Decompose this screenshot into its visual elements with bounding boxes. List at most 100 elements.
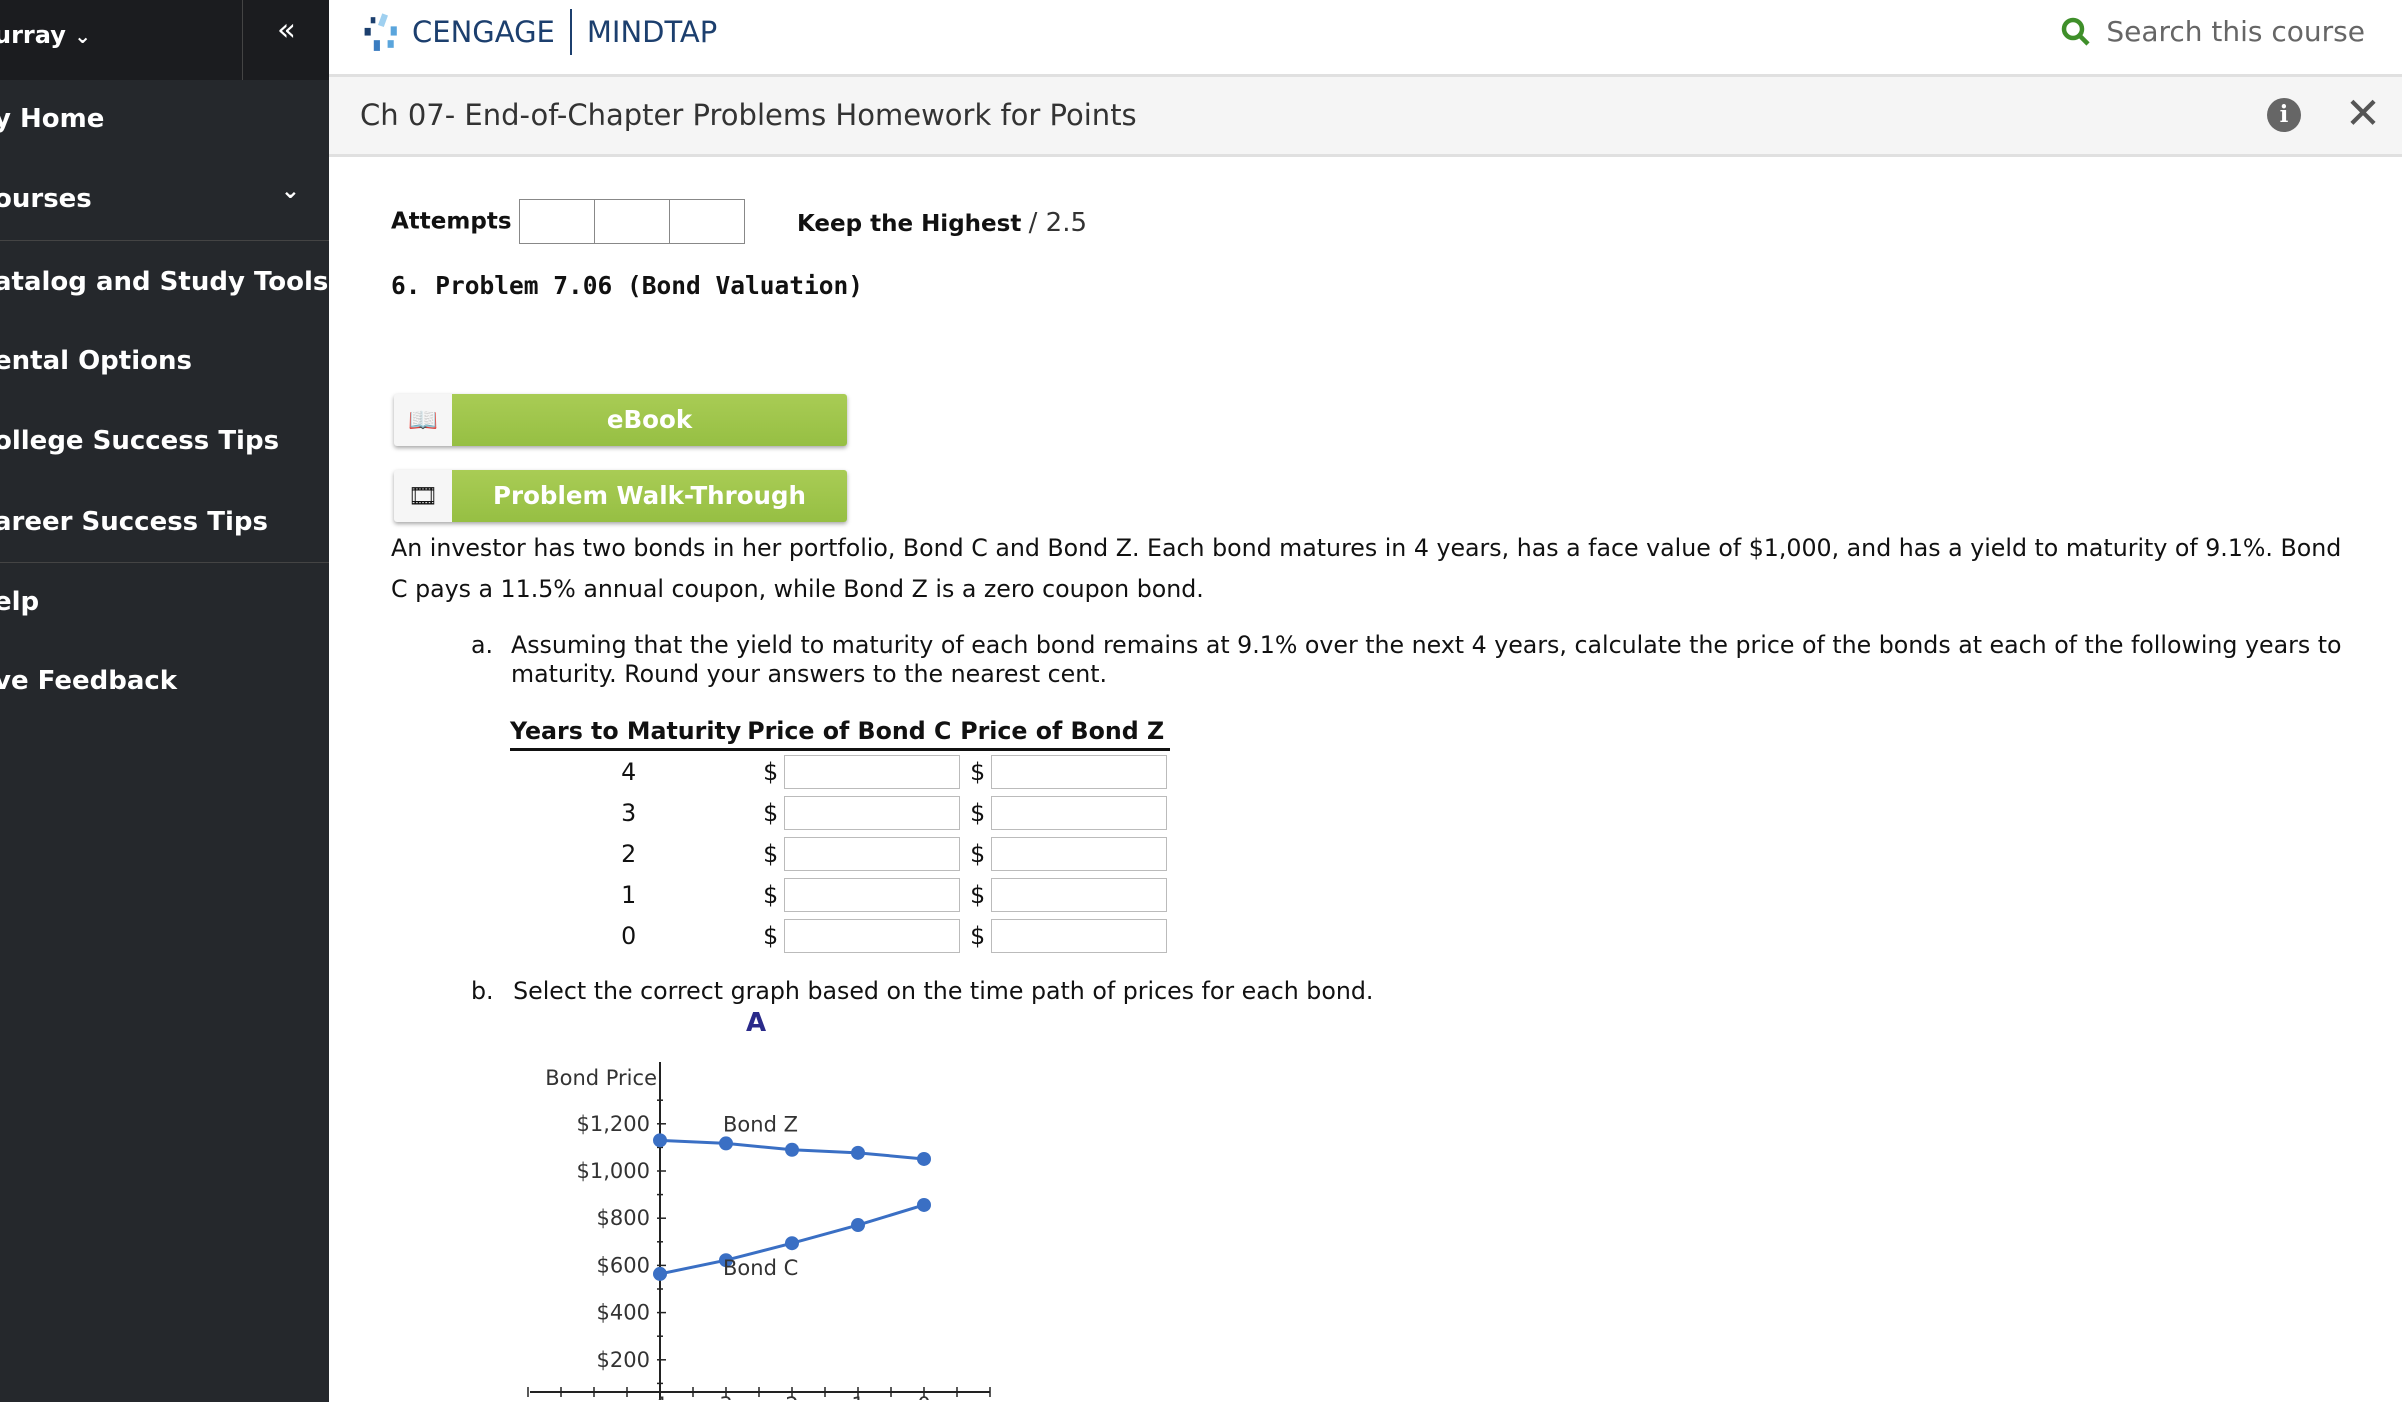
table-row: 4 $ $ [510,750,1170,793]
part-b-marker: b. [471,977,494,1005]
bond-c-cell [778,792,961,833]
ebook-button[interactable]: 📖 eBook [394,394,847,446]
currency-symbol: $ [970,880,986,909]
header: CENGAGE MINDTAP Search this course [329,0,2402,77]
attempt-box [518,199,595,244]
grading-policy: Keep the Highest / 2.5 [797,208,1087,238]
chevron-down-icon: ⌄ [74,24,91,48]
data-point [851,1218,865,1233]
x-tick-label: 3 [719,1393,732,1400]
table-row: 2 $ $ [510,833,1170,874]
bond-c-price-input[interactable] [784,795,961,830]
close-icon[interactable]: ✕ [2345,89,2381,139]
part-b: b. Select the correct graph based on the… [471,977,1373,1005]
product-name: MINDTAP [586,15,718,49]
walkthrough-button[interactable]: 🎞 Problem Walk-Through [394,470,847,522]
y-tick-label: $1,000 [577,1159,650,1183]
part-a-marker: a. [471,631,494,659]
currency-symbol: $ [970,757,986,786]
y-tick-label: $600 [597,1253,650,1277]
currency-symbol: $ [763,921,779,950]
data-point [785,1236,799,1251]
bond-c-cell [778,750,961,793]
y-tick-label: $400 [597,1301,650,1325]
data-point [851,1145,865,1160]
table-row: 1 $ $ [510,874,1170,915]
chevron-down-icon: ⌄ [280,178,300,204]
data-point [785,1142,799,1157]
sidebar-item-help[interactable]: elp [0,587,39,617]
graph-a[interactable]: Bond Price $1,200 $1,000 $800 $600 $400 $200 4 3… [500,1040,1020,1400]
data-point [719,1136,733,1151]
bond-c-cell [778,833,961,874]
y-tick-label: $1,200 [577,1112,650,1136]
search-icon [2062,17,2090,46]
sidebar-item-courses[interactable]: ourses ⌄ [0,178,300,214]
bond-z-price-input[interactable] [991,836,1168,871]
divider [569,9,572,55]
book-icon: 📖 [408,406,438,434]
years-cell: 4 [621,757,637,786]
table-row: 0 $ $ [510,915,1170,956]
bond-c-price-input[interactable] [784,836,961,871]
search-course[interactable]: Search this course [2061,15,2365,48]
years-cell: 1 [621,880,637,909]
ebook-label: eBook [452,394,847,446]
activity-titlebar: Ch 07- End-of-Chapter Problems Homework … [329,77,2402,157]
attempt-box [593,199,670,244]
graph-option-label[interactable]: A [746,1008,766,1038]
logo[interactable]: CENGAGE MINDTAP [360,9,717,55]
x-tick-label: 1 [851,1393,864,1400]
sidebar-top: urray ⌄ « [0,0,329,80]
y-tick-label: $200 [597,1348,650,1372]
bond-z-cell [985,874,1170,915]
column-header: Years to Maturity [510,717,748,751]
part-b-text: Select the correct graph based on the ti… [513,977,1374,1005]
film-icon: 🎞 [407,482,439,510]
column-header: Price of Bond Z [960,717,1171,751]
y-tick-label: $800 [597,1206,650,1230]
sidebar-item-feedback[interactable]: ve Feedback [0,666,177,696]
collapse-sidebar-button[interactable]: « [242,0,329,80]
cengage-logo-icon [364,12,397,51]
sidebar-item-catalog[interactable]: atalog and Study Tools [0,267,328,297]
divider [0,562,329,563]
x-tick-label: 2 [785,1393,798,1400]
sidebar-item-career-tips[interactable]: areer Success Tips [0,507,268,537]
bond-z-price-input[interactable] [991,877,1168,912]
table-header: Years to Maturity Price of Bond C Price of… [510,717,1171,751]
series-label: Bond Z [723,1112,798,1136]
user-menu[interactable]: urray ⌄ [0,21,91,49]
sidebar-item-rental[interactable]: ental Options [0,346,192,376]
table-row: 3 $ $ [510,792,1170,833]
score: / 2.5 [1028,208,1088,238]
years-cell: 3 [621,798,637,827]
info-icon[interactable]: i [2267,98,2301,132]
page-title: Ch 07- End-of-Chapter Problems Homework … [360,98,1137,132]
x-tick-label: 0 [917,1393,930,1400]
data-point [917,1151,931,1166]
sidebar-item-college-tips[interactable]: ollege Success Tips [0,426,279,456]
part-a: a. Assuming that the yield to maturity o… [471,631,2355,689]
bond-c-cell [778,874,961,915]
currency-symbol: $ [763,839,779,868]
bond-z-price-input[interactable] [991,795,1168,830]
walkthrough-label: Problem Walk-Through [452,470,847,522]
bond-z-cell [985,915,1170,956]
bond-z-price-input[interactable] [991,918,1168,953]
years-cell: 2 [621,839,637,868]
data-point [917,1197,931,1212]
bond-z-price-input[interactable] [991,754,1168,789]
brand-name: CENGAGE [412,15,555,49]
attempts: Attempts [391,199,745,244]
bond-c-price-input[interactable] [784,877,961,912]
years-cell: 0 [621,921,637,950]
currency-symbol: $ [970,798,986,827]
problem-title: 6. Problem 7.06 (Bond Valuation) [391,271,864,300]
bond-c-price-input[interactable] [784,754,961,789]
attempts-label: Attempts [391,208,512,235]
sidebar-item-home[interactable]: y Home [0,104,104,134]
bond-c-price-input[interactable] [784,918,961,953]
sidebar: urray ⌄ « y Home ourses ⌄ atalog and Stud… [0,0,329,1402]
series-label: Bond C [723,1256,798,1280]
